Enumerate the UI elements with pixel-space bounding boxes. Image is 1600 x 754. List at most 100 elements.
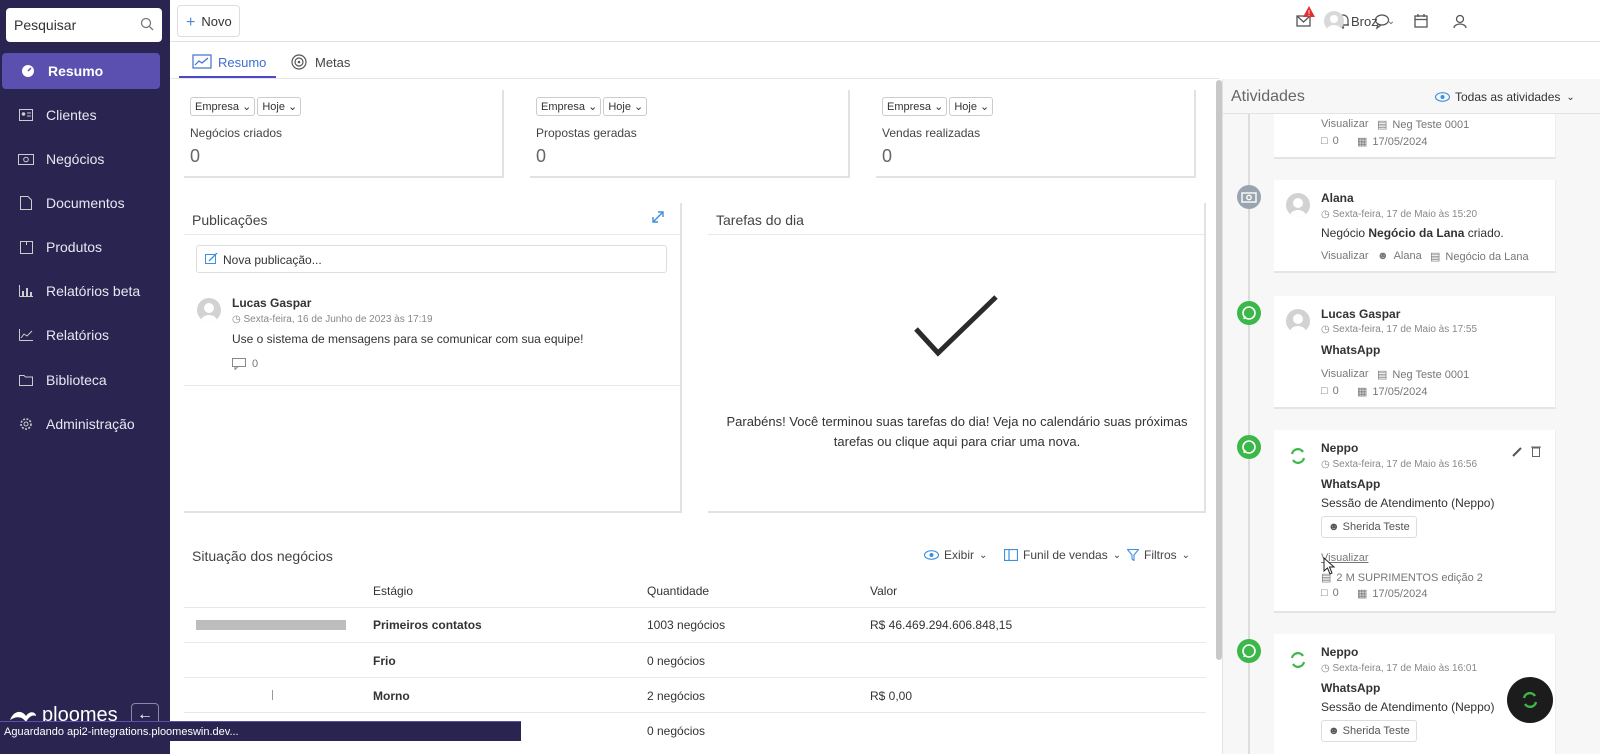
activity-deal[interactable]: ▤ 2 M SUPRIMENTOS edição 2: [1321, 571, 1483, 585]
person-name: Sherida Teste: [1342, 521, 1410, 533]
column-header-value[interactable]: Valor: [870, 584, 897, 598]
floating-chat-button[interactable]: [1507, 677, 1553, 723]
text-suffix: criado.: [1464, 226, 1504, 240]
stage-quantity: 1003 negócios: [647, 618, 726, 632]
comment-icon: □: [1321, 587, 1328, 599]
sidebar-item-resumo[interactable]: Resumo: [2, 53, 160, 89]
activity-deal[interactable]: ▤ Neg Teste 0001: [1377, 118, 1469, 132]
new-publication-input[interactable]: Nova publicação...: [196, 245, 667, 273]
metric-card: Empresa ⌄ Hoje ⌄ Negócios criados 0: [184, 90, 504, 178]
activity-view-link[interactable]: Visualizar: [1321, 250, 1369, 262]
divider: [184, 607, 1206, 608]
post-author[interactable]: Lucas Gaspar: [232, 296, 311, 310]
activity-text: Negócio Negócio da Lana criado.: [1321, 226, 1504, 240]
sidebar-item-documentos[interactable]: Documentos: [0, 185, 170, 221]
company-filter-select[interactable]: Empresa ⌄: [882, 97, 948, 116]
calendar-icon[interactable]: [1412, 12, 1430, 30]
activity-comments[interactable]: □ 0: [1321, 135, 1339, 147]
support-icon[interactable]: [1451, 12, 1469, 30]
period-filter-select[interactable]: Hoje ⌄: [949, 97, 994, 116]
deal-link[interactable]: Negócio da Lana: [1368, 226, 1464, 240]
contact-chip[interactable]: ☻ Sherida Teste: [1321, 720, 1417, 742]
divider: [184, 385, 680, 386]
user-menu[interactable]: Broz ⌄: [1324, 11, 1395, 31]
activity-due-date: ▦ 17/05/2024: [1357, 587, 1427, 601]
filters-dropdown[interactable]: Filtros ⌄: [1127, 548, 1190, 562]
show-dropdown[interactable]: Exibir ⌄: [924, 548, 987, 562]
activities-filter-dropdown[interactable]: Todas as atividades ⌄: [1435, 90, 1575, 104]
folder-icon: [18, 372, 34, 388]
activity-date-text: Sexta-feira, 17 de Maio às 16:01: [1332, 663, 1478, 674]
period-filter-select[interactable]: Hoje ⌄: [257, 97, 302, 116]
activity-author[interactable]: Alana: [1321, 191, 1354, 205]
search-input[interactable]: Pesquisar: [6, 8, 162, 42]
clock-icon: ◷: [1321, 459, 1333, 470]
tab-label: Metas: [315, 54, 351, 70]
new-button[interactable]: + Novo: [177, 5, 240, 37]
deal-name: 2 M SUPRIMENTOS edição 2: [1336, 571, 1483, 584]
avatar: [197, 298, 221, 322]
activity-deal[interactable]: ▤ Neg Teste 0001: [1377, 368, 1469, 382]
sidebar-item-label: Produtos: [46, 239, 103, 255]
column-header-stage[interactable]: Estágio: [373, 584, 413, 598]
tab-metas[interactable]: Metas: [290, 47, 350, 77]
activity-date-text: Sexta-feira, 17 de Maio às 17:55: [1332, 324, 1478, 335]
activity-person[interactable]: ☻ Alana: [1377, 250, 1422, 262]
contact-chip[interactable]: ☻ Sherida Teste: [1321, 516, 1417, 538]
activity-author[interactable]: Neppo: [1321, 441, 1358, 455]
select-value: Hoje: [954, 101, 977, 113]
browser-status-bar: Aguardando api2-integrations.ploomeswin.…: [0, 721, 521, 741]
calendar-icon: ▦: [1357, 386, 1368, 398]
column-header-quantity[interactable]: Quantidade: [647, 584, 709, 598]
person-name: Alana: [1393, 250, 1422, 262]
company-filter-select[interactable]: Empresa ⌄: [190, 97, 256, 116]
post-comments[interactable]: 0: [232, 358, 258, 370]
neppo-logo-icon: [1290, 448, 1306, 464]
activity-view-link[interactable]: Visualizar: [1321, 118, 1369, 130]
activity-comments[interactable]: □ 0: [1321, 587, 1339, 599]
sidebar-item-administracao[interactable]: Administração: [0, 406, 170, 442]
tab-resumo[interactable]: Resumo: [192, 47, 266, 77]
activity-author[interactable]: Neppo: [1321, 645, 1358, 659]
activity-comments[interactable]: □ 0: [1321, 385, 1339, 397]
stage-quantity: 2 negócios: [647, 689, 706, 703]
whatsapp-icon: [1237, 301, 1261, 325]
publications-title: Publicações: [192, 212, 268, 228]
clock-icon: ◷: [1321, 209, 1333, 220]
activity-view-link[interactable]: Visualizar: [1321, 368, 1369, 380]
box-icon: [18, 239, 34, 255]
activity-deal[interactable]: ▤ Negócio da Lana: [1430, 250, 1529, 264]
company-filter-select[interactable]: Empresa ⌄: [536, 97, 602, 116]
sidebar-item-label: Negócios: [46, 151, 105, 167]
mouse-cursor-icon: [1323, 557, 1336, 575]
tasks-empty-message[interactable]: Parabéns! Você terminou suas tarefas do …: [720, 412, 1194, 452]
deal-activity-icon: [1237, 185, 1261, 209]
dashboard-icon: [20, 63, 36, 79]
sidebar-item-biblioteca[interactable]: Biblioteca: [0, 362, 170, 398]
stage-quantity: 0 negócios: [647, 724, 706, 738]
document-icon: [18, 195, 34, 211]
sidebar-item-negocios[interactable]: Negócios: [0, 141, 170, 177]
sidebar-item-label: Administração: [46, 416, 135, 432]
sidebar-item-relatorios-beta[interactable]: Relatórios beta: [0, 273, 170, 309]
sidebar-item-clientes[interactable]: Clientes: [0, 97, 170, 133]
select-value: Empresa: [195, 101, 240, 113]
funnel-label: Funil de vendas: [1023, 548, 1108, 562]
expand-icon[interactable]: [651, 210, 665, 224]
trash-icon[interactable]: [1531, 445, 1541, 457]
sidebar-item-relatorios[interactable]: Relatórios: [0, 317, 170, 353]
sidebar: Pesquisar Resumo Clientes Negócios Docum…: [0, 0, 170, 754]
funnel-dropdown[interactable]: Funil de vendas ⌄: [1004, 548, 1121, 562]
clock-icon: ◷: [1321, 324, 1333, 335]
sidebar-item-produtos[interactable]: Produtos: [0, 229, 170, 265]
search-icon[interactable]: [140, 17, 154, 31]
edit-icon[interactable]: [1512, 446, 1523, 457]
activity-text: Sessão de Atendimento (Neppo): [1321, 496, 1495, 510]
divider: [184, 677, 1206, 678]
activity-author[interactable]: Lucas Gaspar: [1321, 307, 1400, 321]
whatsapp-icon: [1237, 435, 1261, 459]
period-filter-select[interactable]: Hoje ⌄: [603, 97, 648, 116]
chevron-down-icon: ⌄: [1566, 91, 1575, 103]
tab-label: Resumo: [218, 54, 267, 70]
deal-name: Negócio da Lana: [1445, 250, 1529, 263]
